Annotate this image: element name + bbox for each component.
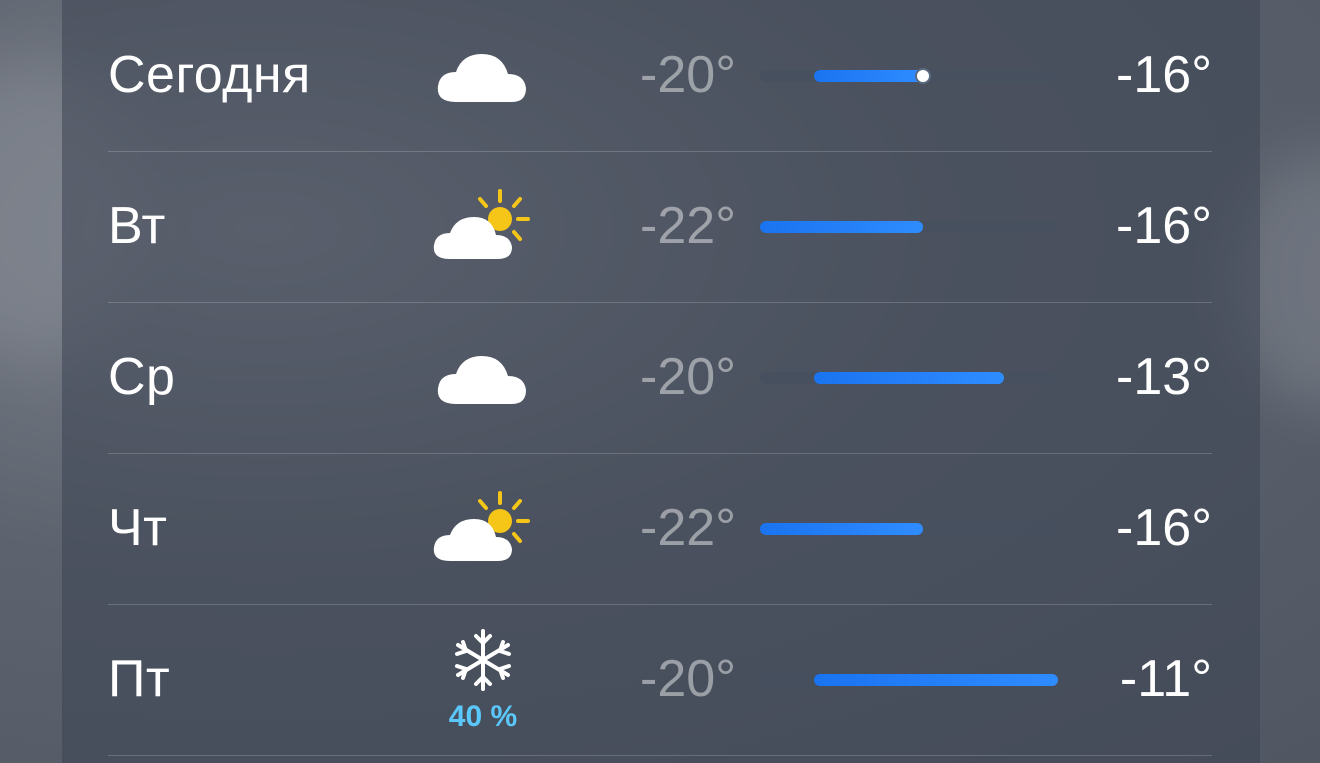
day-label: Пт <box>108 650 171 708</box>
high-temperature: -16° <box>1116 499 1212 557</box>
low-temperature: -22° <box>640 499 736 557</box>
precipitation-chance: 40 % <box>448 700 518 733</box>
temperature-range-fill <box>760 220 923 233</box>
temperature-range-bar <box>760 371 1058 384</box>
temperature-range-fill <box>814 69 923 82</box>
high-temperature: -16° <box>1116 197 1212 255</box>
forecast-row[interactable]: Чт -22° -16° <box>108 453 1212 604</box>
day-label: Вт <box>108 197 166 255</box>
forecast-row[interactable]: Вт -22° -16° <box>108 151 1212 302</box>
day-label: Чт <box>108 499 168 557</box>
weather-icon-wrap <box>428 302 538 453</box>
forecast-row[interactable]: Ср -20° -13° <box>108 302 1212 453</box>
weather-icon-wrap <box>428 0 538 151</box>
high-temperature: -11° <box>1119 650 1212 708</box>
weather-icon-wrap: 40 % <box>428 604 538 755</box>
current-temperature-dot <box>914 67 931 84</box>
temperature-range-bar <box>760 220 1058 233</box>
temperature-range-fill <box>814 371 1004 384</box>
low-temperature: -20° <box>640 650 736 708</box>
temperature-range-bar <box>760 673 1058 686</box>
day-label: Сегодня <box>108 46 311 104</box>
temperature-range-fill <box>760 522 923 535</box>
low-temperature: -22° <box>640 197 736 255</box>
low-temperature: -20° <box>640 348 736 406</box>
day-label: Ср <box>108 348 176 406</box>
temperature-range-fill <box>814 673 1058 686</box>
low-temperature: -20° <box>640 46 736 104</box>
forecast-row[interactable]: Пт 40 % -20° -11° <box>108 604 1212 755</box>
temperature-range-bar <box>760 522 1058 535</box>
high-temperature: -13° <box>1116 348 1212 406</box>
row-divider <box>108 755 1212 756</box>
high-temperature: -16° <box>1116 46 1212 104</box>
weather-icon-wrap <box>428 151 538 302</box>
forecast-row[interactable]: Сегодня -20° -16° <box>108 0 1212 151</box>
weather-icon-wrap <box>428 453 538 604</box>
temperature-range-bar <box>760 67 1058 84</box>
